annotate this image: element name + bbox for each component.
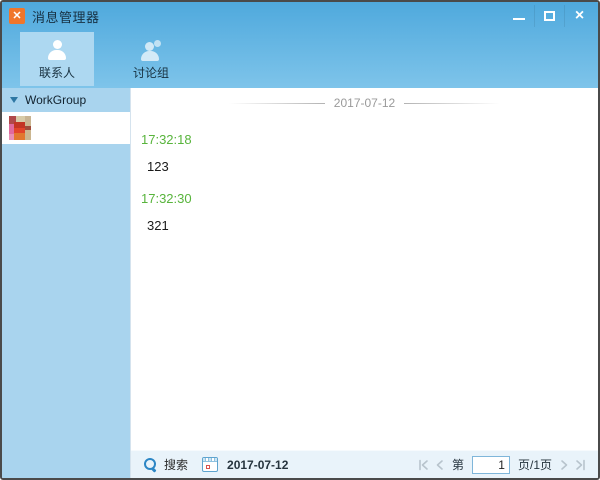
previous-page-button[interactable] bbox=[432, 457, 448, 473]
last-page-button[interactable] bbox=[572, 457, 588, 473]
toolbar: 联系人 讨论组 bbox=[2, 28, 598, 88]
message-panel: 2017-07-12 17:32:18 123 17:32:30 321 搜索 … bbox=[130, 88, 598, 478]
window-controls: × bbox=[504, 5, 594, 27]
search-icon[interactable] bbox=[143, 457, 158, 472]
contact-avatar bbox=[9, 116, 31, 140]
close-icon: × bbox=[574, 7, 585, 24]
tab-contacts[interactable]: 联系人 bbox=[20, 32, 94, 86]
message-timestamp: 17:32:30 bbox=[141, 191, 192, 206]
date-separator-line-left bbox=[228, 102, 325, 104]
calendar-icon[interactable] bbox=[202, 457, 219, 472]
contact-list-item[interactable] bbox=[2, 112, 130, 144]
calendar-icon-day-mark bbox=[206, 465, 211, 469]
message-text: 123 bbox=[147, 159, 169, 174]
contacts-sidebar: WorkGroup bbox=[2, 88, 130, 478]
close-button[interactable]: × bbox=[564, 5, 594, 27]
group-icon bbox=[139, 40, 163, 61]
sidebar-group-workgroup[interactable]: WorkGroup bbox=[2, 88, 130, 112]
window-header: ✕ 消息管理器 × 联系人 讨论组 bbox=[2, 2, 598, 88]
bottom-toolbar: 搜索 2017-07-12 第 页/1页 bbox=[131, 450, 598, 478]
page-number-input[interactable] bbox=[471, 455, 510, 474]
collapse-triangle-icon bbox=[10, 97, 18, 103]
window-body: WorkGroup 2017-07-12 17:32:18 123 17:32:… bbox=[2, 88, 598, 478]
first-page-button[interactable] bbox=[416, 457, 432, 473]
tab-discussion-groups[interactable]: 讨论组 bbox=[114, 32, 188, 86]
titlebar: ✕ 消息管理器 × bbox=[2, 2, 598, 28]
person-icon bbox=[46, 40, 68, 61]
date-separator: 2017-07-12 bbox=[131, 96, 598, 110]
next-page-button[interactable] bbox=[556, 457, 572, 473]
page-suffix-label: 页/1页 bbox=[517, 458, 552, 472]
message-timestamp: 17:32:18 bbox=[141, 132, 192, 147]
message-text: 321 bbox=[147, 218, 169, 233]
app-logo-icon: ✕ bbox=[9, 8, 25, 24]
calendar-icon-top bbox=[203, 458, 218, 462]
minimize-icon bbox=[513, 18, 525, 20]
date-separator-line-right bbox=[404, 102, 501, 104]
minimize-button[interactable] bbox=[504, 5, 534, 27]
window-title: 消息管理器 bbox=[32, 9, 100, 25]
sidebar-group-label: WorkGroup bbox=[25, 93, 87, 107]
tab-contacts-label: 联系人 bbox=[38, 66, 75, 80]
tab-discussion-groups-label: 讨论组 bbox=[132, 66, 169, 80]
search-button[interactable]: 搜索 bbox=[164, 456, 188, 473]
group-icon-second-head bbox=[154, 40, 161, 47]
sidebar-empty-area bbox=[2, 144, 130, 478]
maximize-button[interactable] bbox=[534, 5, 564, 27]
message-manager-window: ✕ 消息管理器 × 联系人 讨论组 WorkGroup 2017-07-12 1… bbox=[0, 0, 600, 480]
message-history: 2017-07-12 17:32:18 123 17:32:30 321 bbox=[131, 88, 598, 450]
pagination: 第 页/1页 bbox=[416, 455, 588, 474]
date-separator-label: 2017-07-12 bbox=[333, 96, 396, 110]
page-prefix-label: 第 bbox=[451, 458, 464, 472]
maximize-icon bbox=[544, 11, 555, 21]
date-picker-value[interactable]: 2017-07-12 bbox=[227, 458, 288, 472]
